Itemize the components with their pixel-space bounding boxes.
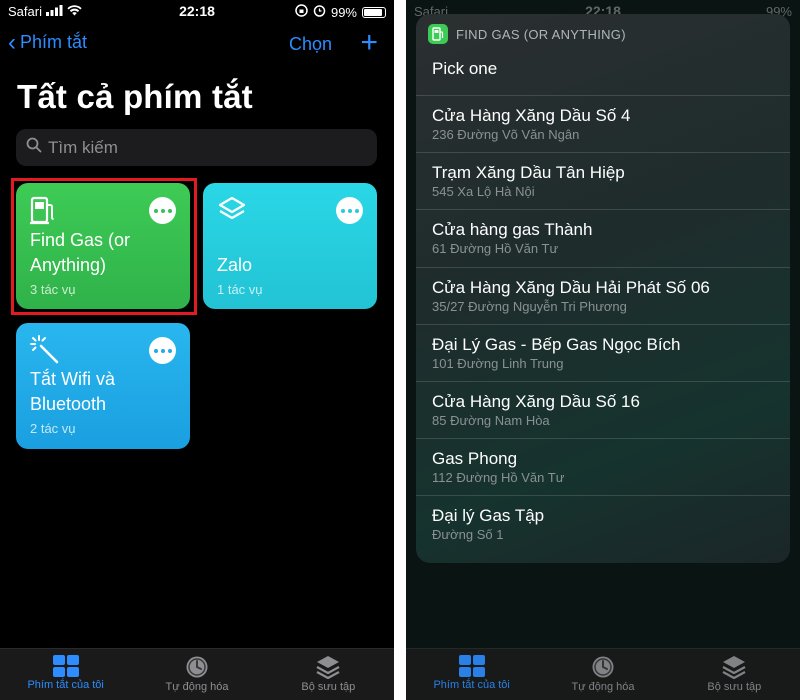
list-item[interactable]: Cửa hàng gas Thành 61 Đường Hồ Văn Tư <box>416 209 790 266</box>
list-item[interactable]: Trạm Xăng Dầu Tân Hiệp 545 Xa Lộ Hà Nội <box>416 152 790 209</box>
shortcut-name-line2: Anything) <box>30 255 107 275</box>
fuel-pump-icon <box>428 24 448 44</box>
item-title: Cửa Hàng Xăng Dầu Hải Phát Số 06 <box>432 277 710 297</box>
tab-gallery[interactable]: Bộ sưu tập <box>674 649 794 700</box>
shortcut-name: Find Gas (or Anything) <box>30 228 130 278</box>
tab-my-shortcuts[interactable]: Phím tắt của tôi <box>6 649 126 700</box>
plus-icon[interactable]: + <box>360 26 378 60</box>
item-title: Đại Lý Gas - Bếp Gas Ngọc Bích <box>432 334 681 354</box>
search-input[interactable]: Tìm kiếm <box>16 129 377 166</box>
shortcut-name: Zalo <box>217 255 253 275</box>
item-subtitle: Đường Số 1 <box>432 527 504 543</box>
search-placeholder: Tìm kiếm <box>48 137 118 157</box>
fuel-pump-icon <box>30 195 60 225</box>
shortcut-action-count: 3 tác vụ <box>30 282 76 297</box>
list-item[interactable]: Cửa Hàng Xăng Dầu Số 16 85 Đường Nam Hòa <box>416 380 790 438</box>
layers-icon <box>217 195 247 225</box>
shortcut-app-name: FIND GAS (OR ANYTHING) <box>456 26 626 42</box>
tab-label: Tự động hóa <box>165 681 229 693</box>
grid-icon <box>412 655 532 677</box>
more-options-button[interactable] <box>149 337 176 364</box>
tab-label: Phím tắt của tôi <box>433 679 510 691</box>
list-item[interactable]: Gas Phong 112 Đường Hồ Văn Tư <box>416 438 790 495</box>
shortcut-name-line2: Bluetooth <box>30 394 107 414</box>
stack-icon <box>268 655 388 679</box>
more-options-button[interactable] <box>149 197 176 224</box>
item-title: Cửa Hàng Xăng Dầu Số 4 <box>432 106 631 125</box>
tab-gallery[interactable]: Bộ sưu tập <box>268 649 388 700</box>
shortcut-name-line1: Find Gas (or <box>30 230 131 250</box>
item-title: Cửa Hàng Xăng Dầu Số 16 <box>432 391 640 411</box>
select-button[interactable]: Chọn <box>289 34 332 55</box>
tab-automation[interactable]: Tự động hóa <box>137 649 257 700</box>
alarm-icon <box>313 4 326 20</box>
list-item[interactable]: Cửa Hàng Xăng Dầu Hải Phát Số 06 35/27 Đ… <box>416 266 790 324</box>
list-item[interactable]: Cửa Hàng Xăng Dầu Số 4 236 Đường Võ Văn … <box>416 95 790 152</box>
shortcut-name: Tắt Wifi và Bluetooth <box>30 367 115 417</box>
clock-icon <box>543 655 663 679</box>
shortcut-action-count: 1 tác vụ <box>217 282 263 297</box>
tab-bar: Phím tắt của tôi Tự động hóa Bộ sưu tập <box>406 648 800 700</box>
list-item[interactable]: Đại Lý Gas - Bếp Gas Ngọc Bích 101 Đường… <box>416 323 790 381</box>
grid-icon <box>6 655 126 677</box>
tab-label: Bộ sưu tập <box>707 681 762 693</box>
chevron-left-icon: ‹ <box>8 28 16 56</box>
item-title: Cửa hàng gas Thành <box>432 220 593 240</box>
magic-wand-icon <box>30 335 60 365</box>
battery-icon <box>362 6 386 18</box>
tab-bar: Phím tắt của tôi Tự động hóa Bộ sưu tập <box>0 648 394 700</box>
battery-percent: 99% <box>330 4 357 20</box>
tab-label: Phím tắt của tôi <box>27 679 104 691</box>
item-subtitle: 545 Xa Lộ Hà Nội <box>432 184 535 200</box>
shortcut-action-count: 2 tác vụ <box>30 421 76 436</box>
shortcut-tile-wifi-bluetooth[interactable]: Tắt Wifi và Bluetooth 2 tác vụ <box>16 323 190 449</box>
item-title: Đại lý Gas Tập <box>432 506 545 526</box>
shortcut-tile-zalo[interactable]: Zalo 1 tác vụ <box>203 183 377 309</box>
item-subtitle: 101 Đường Linh Trung <box>432 355 564 371</box>
item-subtitle: 85 Đường Nam Hòa <box>432 412 550 428</box>
more-options-button[interactable] <box>336 197 363 224</box>
shortcuts-screen: Safari 22:18 99% ‹ Phím tắt Chọn + Tất c… <box>0 0 394 700</box>
status-bar: Safari 22:18 99% <box>0 0 394 22</box>
picker-prompt: Pick one <box>432 59 498 78</box>
page-title: Tất cả phím tắt <box>17 78 253 115</box>
clock-icon <box>137 655 257 679</box>
tab-label: Tự động hóa <box>571 681 635 693</box>
list-item[interactable]: Đại lý Gas Tập Đường Số 1 <box>416 495 790 552</box>
search-icon <box>26 137 42 158</box>
shortcut-tile-find-gas[interactable]: Find Gas (or Anything) 3 tác vụ <box>16 183 190 309</box>
shortcut-name-line1: Tắt Wifi và <box>30 369 116 389</box>
stack-icon <box>674 655 794 679</box>
item-title: Gas Phong <box>432 449 518 469</box>
orientation-lock-icon <box>295 4 308 20</box>
picker-screen: Safari 22:18 99% FIND GAS (OR ANYTHING) … <box>406 0 800 700</box>
item-title: Trạm Xăng Dầu Tân Hiệp <box>432 163 625 183</box>
item-subtitle: 35/27 Đường Nguyễn Tri Phương <box>432 298 627 314</box>
picker-list: Cửa Hàng Xăng Dầu Số 4 236 Đường Võ Văn … <box>416 95 790 553</box>
item-subtitle: 61 Đường Hồ Văn Tư <box>432 241 559 257</box>
choose-from-list-sheet: FIND GAS (OR ANYTHING) Pick one Cửa Hàng… <box>416 14 790 563</box>
item-subtitle: 112 Đường Hồ Văn Tư <box>432 470 565 486</box>
tab-automation[interactable]: Tự động hóa <box>543 649 663 700</box>
item-subtitle: 236 Đường Võ Văn Ngân <box>432 127 580 142</box>
tab-my-shortcuts[interactable]: Phím tắt của tôi <box>412 649 532 700</box>
back-button[interactable]: ‹ Phím tắt <box>8 28 88 56</box>
back-button-label: Phím tắt <box>20 32 88 52</box>
picker-header: FIND GAS (OR ANYTHING) <box>428 24 626 44</box>
tab-label: Bộ sưu tập <box>301 681 356 693</box>
